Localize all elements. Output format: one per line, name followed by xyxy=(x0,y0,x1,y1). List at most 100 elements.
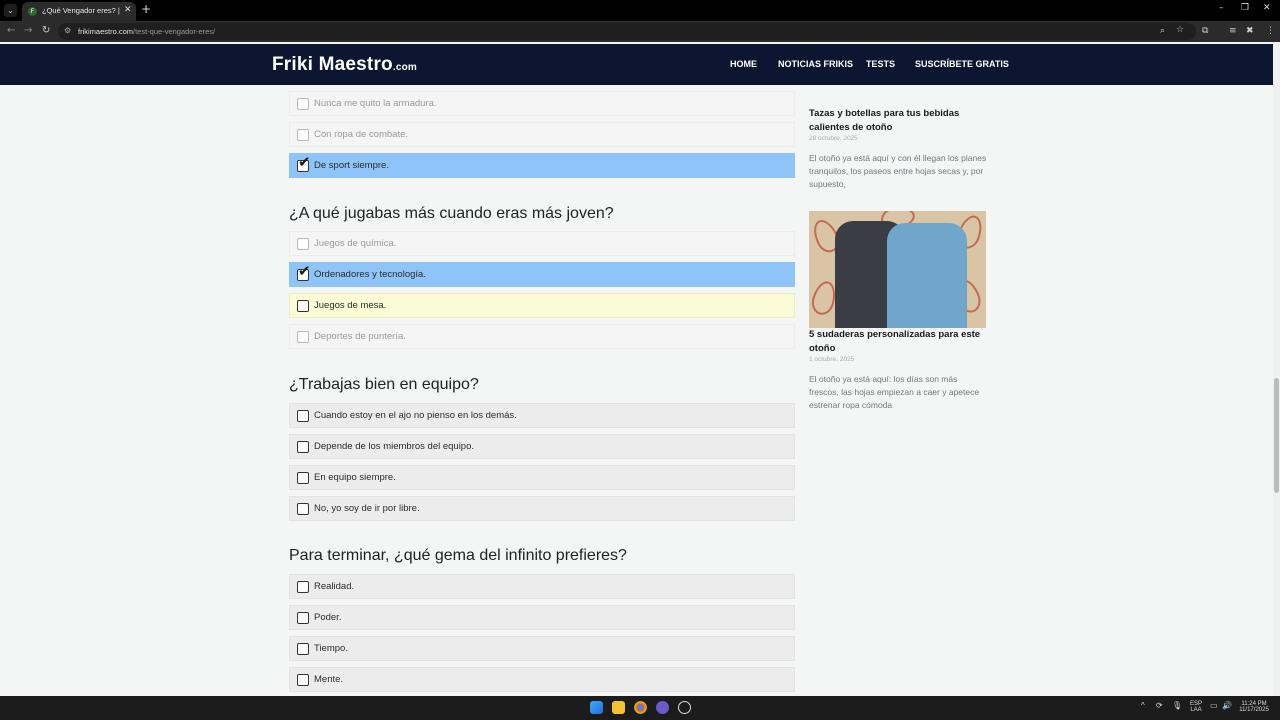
checkmark-icon: ✔ xyxy=(298,153,311,171)
close-window-icon[interactable]: ✕ xyxy=(1263,3,1271,13)
checkbox[interactable] xyxy=(297,612,309,624)
volume-icon[interactable]: 🔊 xyxy=(1222,701,1232,710)
file-explorer-icon[interactable] xyxy=(612,701,625,714)
back-icon[interactable]: ← xyxy=(7,25,15,36)
sidebar-post-excerpt: El otoño ya está aquí y con él llegan lo… xyxy=(809,153,987,189)
quiz-option[interactable]: Tiempo. xyxy=(289,636,795,661)
start-icon[interactable] xyxy=(590,701,603,714)
quiz-option-hover[interactable]: Juegos de mesa. xyxy=(289,293,795,318)
zoom-icon[interactable]: ⌕ xyxy=(1160,26,1165,36)
browser-toolbar: ← → ↻ ⚙ frikimaestro.com/test-que-vengad… xyxy=(0,21,1280,42)
option-label: Juegos de química. xyxy=(314,238,397,249)
checkbox[interactable] xyxy=(297,441,309,453)
tab-search-icon[interactable]: ⌄ xyxy=(4,4,17,17)
checkbox[interactable] xyxy=(297,410,309,422)
checkbox[interactable] xyxy=(297,503,309,515)
bookmark-star-icon[interactable]: ☆ xyxy=(1176,25,1184,35)
windows-taskbar: ^ ⟳ 🎙 ESP LAA ▭ 🔊 11:24 PM 11/17/2025 xyxy=(0,696,1280,720)
nav-tests[interactable]: TESTS xyxy=(866,59,895,69)
question-title: ¿Trabajas bien en equipo? xyxy=(289,376,479,393)
quiz-option-selected[interactable]: ✔ De sport siempre. xyxy=(289,153,795,178)
checkbox[interactable] xyxy=(297,238,309,250)
checkbox[interactable] xyxy=(297,674,309,686)
option-label: En equipo siempre. xyxy=(314,472,396,483)
more-menu-icon[interactable]: ⋮ xyxy=(1266,26,1275,36)
checkbox-checked[interactable]: ✔ xyxy=(297,155,311,172)
checkbox[interactable] xyxy=(297,581,309,593)
tray-chevron-icon[interactable]: ^ xyxy=(1141,701,1145,710)
quiz-option-selected[interactable]: ✔ Ordenadores y tecnología. xyxy=(289,262,795,287)
option-label: Realidad. xyxy=(314,581,355,592)
url-path: /test-que-vengador-eres/ xyxy=(133,27,216,36)
nav-suscribete[interactable]: SUSCRÍBETE GRATIS xyxy=(915,59,1009,69)
option-label: Depende de los miembros del equipo. xyxy=(314,441,475,452)
new-tab-icon[interactable]: + xyxy=(141,2,151,16)
quiz-option[interactable]: Depende de los miembros del equipo. xyxy=(289,434,795,459)
language-indicator[interactable]: ESP LAA xyxy=(1186,701,1206,713)
minimize-icon[interactable]: – xyxy=(1219,3,1224,13)
checkbox[interactable] xyxy=(297,331,309,343)
checkbox[interactable] xyxy=(297,472,309,484)
media-icon[interactable]: ≡ xyxy=(1229,26,1237,36)
checkbox[interactable] xyxy=(297,98,309,110)
sidebar-post-date: 1 octubre, 2025 xyxy=(809,356,855,363)
checkbox[interactable] xyxy=(297,129,309,141)
quiz-option[interactable]: En equipo siempre. xyxy=(289,465,795,490)
option-label: Poder. xyxy=(314,612,342,623)
discord-icon[interactable] xyxy=(656,701,669,714)
app-icon[interactable] xyxy=(678,701,691,714)
sidebar-post-title[interactable]: 5 sudaderas personalizadas para este oto… xyxy=(809,328,989,356)
quiz-option[interactable]: Poder. xyxy=(289,605,795,630)
forward-icon[interactable]: → xyxy=(24,25,32,36)
sidebar-post-title[interactable]: Tazas y botellas para tus bebidas calien… xyxy=(809,107,989,135)
clock-date: 11/17/2025 xyxy=(1239,707,1269,713)
page-scrollbar[interactable] xyxy=(1273,44,1280,696)
network-icon[interactable]: ▭ xyxy=(1210,701,1218,710)
site-info-icon[interactable]: ⚙ xyxy=(64,26,71,35)
reload-icon[interactable]: ↻ xyxy=(42,25,50,36)
logo-suffix: .com xyxy=(392,62,417,73)
site-logo[interactable]: Friki Maestro.com xyxy=(272,54,417,76)
chrome-icon[interactable] xyxy=(634,701,647,714)
address-bar[interactable]: ⚙ frikimaestro.com/test-que-vengador-ere… xyxy=(58,23,1196,40)
question-title: ¿A qué jugabas más cuando eras más joven… xyxy=(289,205,614,222)
tab-title: ¿Qué Vengador eres? | Descub xyxy=(42,6,120,15)
browser-tab-bar: ⌄ F ¿Qué Vengador eres? | Descub ✕ + – ❐… xyxy=(0,0,1280,21)
quiz-option[interactable]: Con ropa de combate. xyxy=(289,122,795,147)
quiz-option[interactable]: Mente. xyxy=(289,667,795,692)
quiz-option[interactable]: Deportes de puntería. xyxy=(289,324,795,349)
clock[interactable]: 11:24 PM 11/17/2025 xyxy=(1236,701,1272,713)
sync-icon[interactable]: ⟳ xyxy=(1156,701,1163,710)
sidebar-post-image[interactable] xyxy=(809,211,986,328)
scrollbar-thumb[interactable] xyxy=(1274,378,1279,493)
option-label: Deportes de puntería. xyxy=(314,331,406,342)
option-label: Juegos de mesa. xyxy=(314,300,387,311)
site-favicon-icon: F xyxy=(28,7,37,16)
lang-bottom: LAA xyxy=(1190,707,1202,713)
profile-icon[interactable]: ✖ xyxy=(1246,26,1254,36)
checkbox-checked[interactable]: ✔ xyxy=(297,264,311,281)
url-domain: frikimaestro.com xyxy=(78,27,134,36)
option-label: Tiempo. xyxy=(314,643,348,654)
quiz-option[interactable]: Nunca me quito la armadura. xyxy=(289,91,795,116)
quiz-option[interactable]: Realidad. xyxy=(289,574,795,599)
question-title: Para terminar, ¿qué gema del infinito pr… xyxy=(289,547,627,564)
nav-noticias-frikis[interactable]: NOTICIAS FRIKIS xyxy=(778,59,853,69)
url-text: frikimaestro.com/test-que-vengador-eres/ xyxy=(78,27,215,36)
option-label: Cuando estoy en el ajo no pienso en los … xyxy=(314,410,517,421)
extensions-icon[interactable]: ⧉ xyxy=(1202,26,1208,36)
quiz-option[interactable]: Cuando estoy en el ajo no pienso en los … xyxy=(289,403,795,428)
checkbox[interactable] xyxy=(297,643,309,655)
site-header: Friki Maestro.com HOME NOTICIAS FRIKIS T… xyxy=(0,44,1280,85)
nav-home[interactable]: HOME xyxy=(730,59,757,69)
quiz-option[interactable]: Juegos de química. xyxy=(289,231,795,256)
option-label: De sport siempre. xyxy=(314,160,389,171)
option-label: Mente. xyxy=(314,674,344,685)
checkbox[interactable] xyxy=(297,300,309,312)
mic-icon[interactable]: 🎙 xyxy=(1172,701,1182,710)
browser-tab-active[interactable]: F ¿Qué Vengador eres? | Descub ✕ xyxy=(22,2,136,21)
quiz-option[interactable]: No, yo soy de ir por libre. xyxy=(289,496,795,521)
sidebar-post-date: 28 octubre, 2025 xyxy=(809,135,858,142)
tab-close-icon[interactable]: ✕ xyxy=(124,5,132,15)
maximize-icon[interactable]: ❐ xyxy=(1241,3,1249,13)
